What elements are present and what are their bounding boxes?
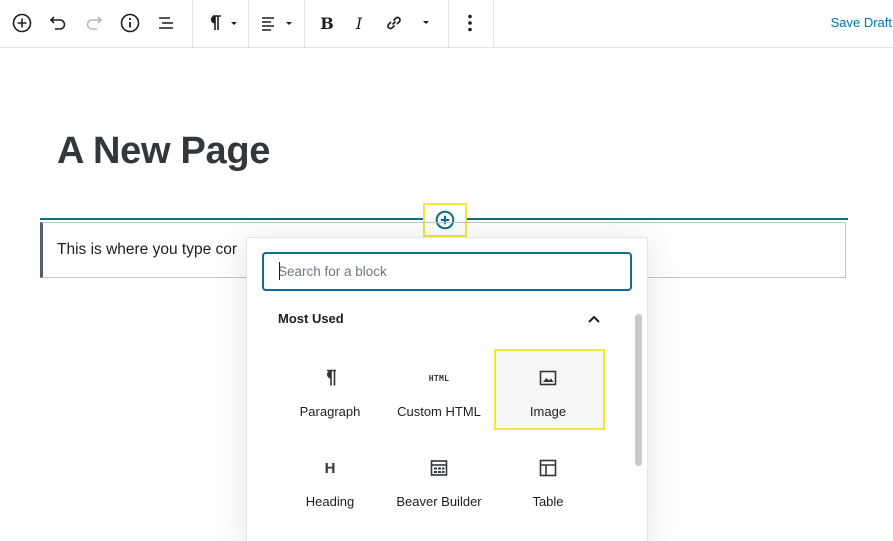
heading-icon: H: [324, 459, 336, 477]
block-label: Custom HTML: [397, 404, 481, 419]
block-item-heading[interactable]: H Heading: [276, 440, 384, 518]
toolbar-separator: [448, 0, 449, 48]
paragraph-icon[interactable]: [202, 8, 242, 38]
block-item-table[interactable]: Table: [494, 440, 602, 518]
block-label: Table: [532, 494, 564, 509]
toolbar-separator: [192, 0, 193, 48]
block-search-input[interactable]: [262, 252, 632, 291]
table-icon: [538, 454, 558, 482]
beaver-builder-icon: [429, 454, 449, 482]
html-icon: HTML: [428, 373, 450, 383]
link-icon[interactable]: [380, 8, 408, 38]
text-caret: [279, 262, 280, 280]
undo-icon[interactable]: [44, 8, 72, 38]
info-icon[interactable]: [116, 8, 144, 38]
more-formatting-icon[interactable]: [414, 8, 438, 38]
block-item-beaver-builder[interactable]: Beaver Builder: [385, 440, 493, 518]
block-item-image[interactable]: Image: [494, 350, 602, 428]
chevron-up-icon[interactable]: [584, 309, 604, 329]
save-draft-button[interactable]: Save Draft: [831, 15, 892, 30]
block-label: Paragraph: [299, 404, 361, 419]
add-block-icon[interactable]: [8, 8, 36, 38]
paragraph-text[interactable]: This is where you type cor: [57, 241, 237, 259]
toolbar-separator: [248, 0, 249, 48]
page-title[interactable]: A New Page: [57, 130, 270, 173]
outline-icon[interactable]: [152, 8, 180, 38]
scrollbar[interactable]: [635, 314, 642, 466]
image-icon: [538, 364, 558, 392]
redo-icon[interactable]: [80, 8, 108, 38]
more-icon[interactable]: [458, 8, 482, 38]
align-icon[interactable]: [256, 8, 296, 38]
block-item-paragraph[interactable]: Paragraph: [276, 350, 384, 428]
block-item-custom-html[interactable]: HTML Custom HTML: [385, 350, 493, 428]
paragraph-icon: [320, 364, 340, 392]
bold-icon[interactable]: B: [314, 8, 340, 38]
block-label: Beaver Builder: [396, 494, 482, 509]
section-title-most-used[interactable]: Most Used: [278, 311, 344, 326]
block-label: Image: [529, 404, 567, 419]
block-label: Heading: [305, 494, 355, 509]
italic-icon[interactable]: I: [346, 8, 372, 38]
editor-toolbar: B I Save Draft: [0, 0, 893, 48]
toolbar-separator: [304, 0, 305, 48]
toolbar-separator: [493, 0, 494, 48]
